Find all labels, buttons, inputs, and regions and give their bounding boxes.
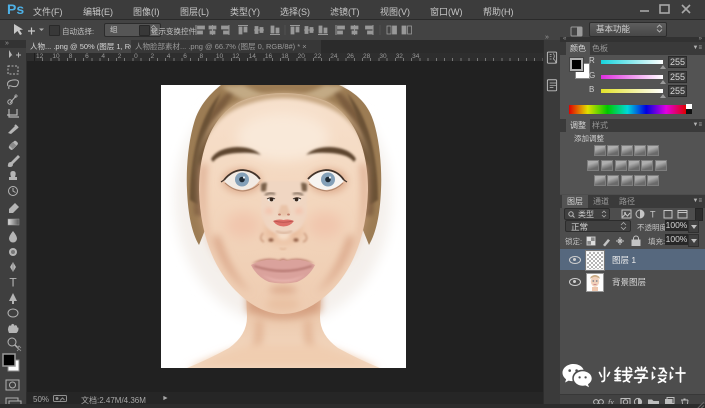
- svg-text:T: T: [650, 210, 656, 220]
- svg-text:T: T: [9, 276, 17, 290]
- svg-text:类型: 类型: [578, 209, 594, 219]
